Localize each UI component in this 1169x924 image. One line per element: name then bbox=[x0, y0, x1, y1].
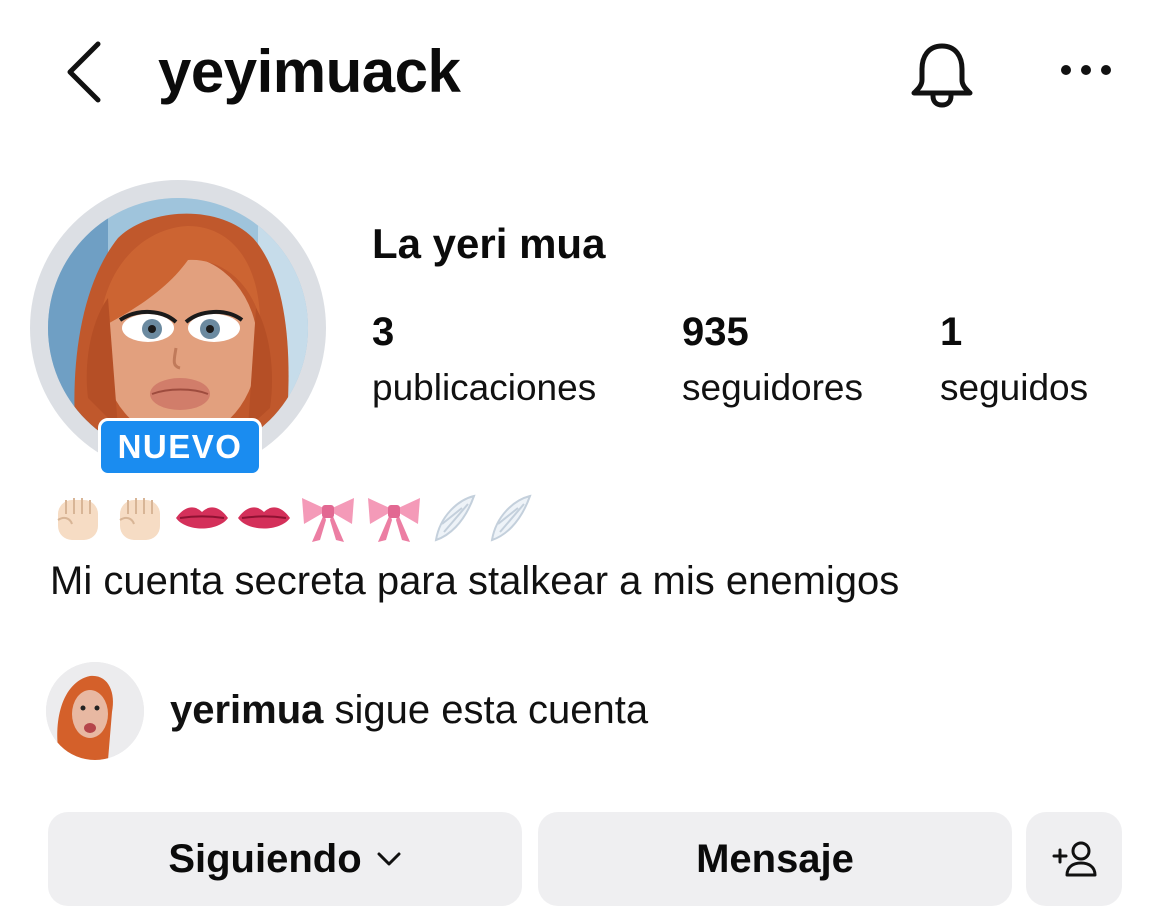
follower-avatar[interactable] bbox=[46, 662, 144, 760]
followers-label: seguidores bbox=[682, 367, 864, 408]
chevron-left-icon[interactable] bbox=[62, 40, 106, 104]
profile-page: yeyimuack NUEVO La yeri mua 3 publicacio… bbox=[0, 0, 1169, 924]
new-badge: NUEVO bbox=[98, 418, 262, 476]
pink-bow-emoji bbox=[368, 498, 420, 542]
message-button-label: Mensaje bbox=[696, 836, 854, 881]
chevron-down-icon bbox=[377, 852, 401, 866]
following-button[interactable]: Siguiendo bbox=[48, 812, 522, 906]
stat-following[interactable]: 1 seguidos bbox=[940, 306, 1088, 418]
wing-emoji bbox=[490, 494, 532, 542]
bio-emojis bbox=[50, 490, 536, 546]
lips-emoji bbox=[238, 507, 290, 529]
message-button[interactable]: Mensaje bbox=[538, 812, 1012, 906]
raised-fist-emoji bbox=[57, 498, 98, 540]
followers-count: 935 bbox=[682, 310, 749, 354]
more-horizontal-icon[interactable] bbox=[1058, 60, 1114, 80]
following-label: seguidos bbox=[940, 367, 1089, 408]
posts-label: publicaciones bbox=[372, 367, 597, 408]
pink-bow-emoji bbox=[302, 498, 354, 542]
display-name: La yeri mua bbox=[372, 220, 606, 267]
following-button-label: Siguiendo bbox=[168, 836, 362, 881]
profile-username: yeyimuack bbox=[158, 38, 461, 105]
lips-emoji bbox=[176, 507, 228, 529]
followed-by-username[interactable]: yerimua bbox=[170, 688, 323, 732]
bell-icon[interactable] bbox=[906, 40, 978, 108]
bio-text: Mi cuenta secreta para stalkear a mis en… bbox=[50, 559, 900, 603]
posts-count: 3 bbox=[372, 310, 395, 354]
suggest-people-button[interactable] bbox=[1026, 812, 1122, 906]
followed-by-text[interactable]: yerimua sigue esta cuenta bbox=[170, 684, 648, 736]
stat-followers[interactable]: 935 seguidores bbox=[682, 306, 863, 418]
following-count: 1 bbox=[940, 310, 963, 354]
wing-emoji bbox=[434, 494, 476, 542]
stat-posts[interactable]: 3 publicaciones bbox=[372, 306, 596, 418]
add-person-icon bbox=[1052, 841, 1097, 877]
raised-fist-emoji bbox=[119, 498, 160, 540]
followed-by-suffix: sigue esta cuenta bbox=[334, 688, 649, 732]
